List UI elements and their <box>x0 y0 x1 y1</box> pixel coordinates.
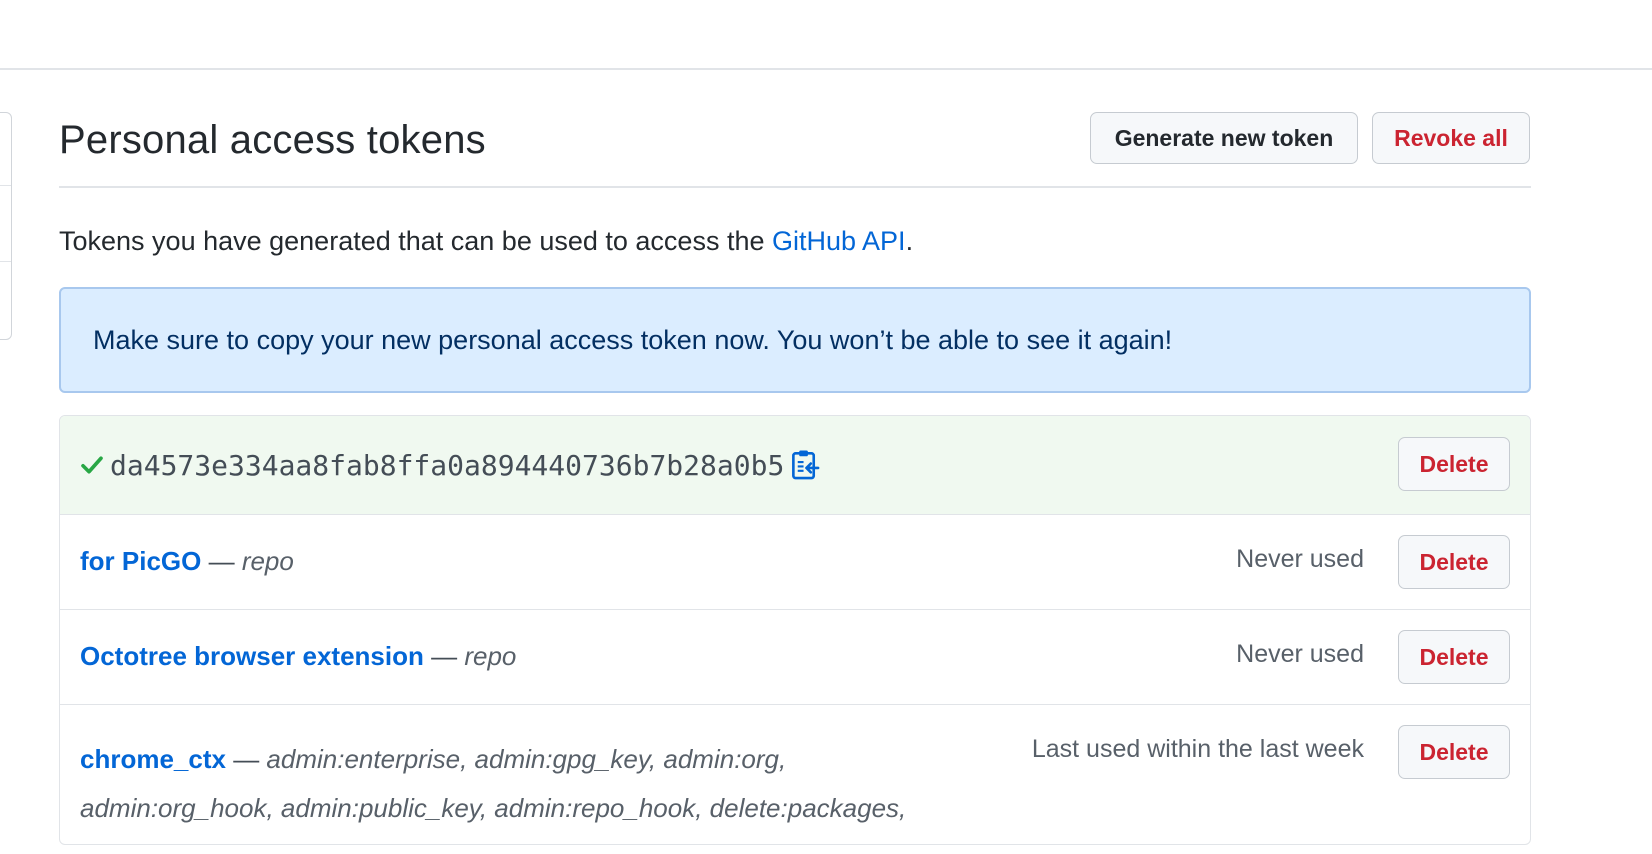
main-content: Personal access tokens Generate new toke… <box>59 110 1531 845</box>
flash-notice-text: Make sure to copy your new personal acce… <box>93 324 1173 355</box>
token-name-link[interactable]: chrome_ctx <box>80 744 226 774</box>
description-suffix: . <box>905 226 914 256</box>
token-name-line: for PicGO — repo <box>80 546 294 577</box>
sidebar-divider <box>0 185 11 186</box>
revoke-all-button[interactable]: Revoke all <box>1372 112 1530 164</box>
token-scopes: repo <box>464 641 517 671</box>
delete-new-token-button[interactable]: Delete <box>1398 437 1510 491</box>
delete-token-button[interactable]: Delete <box>1398 535 1510 589</box>
page-title: Personal access tokens <box>59 118 486 162</box>
github-api-link[interactable]: GitHub API <box>772 226 906 256</box>
token-row: for PicGO — repo Never used Delete <box>60 514 1530 609</box>
token-name-line: chrome_ctx — admin:enterprise, admin:gpg… <box>80 735 960 844</box>
token-name-link[interactable]: for PicGO <box>80 546 201 576</box>
token-list: da4573e334aa8fab8ffa0a894440736b7b28a0b5… <box>59 415 1531 845</box>
description-text: Tokens you have generated that can be us… <box>59 226 772 256</box>
new-token-value[interactable]: da4573e334aa8fab8ffa0a894440736b7b28a0b5 <box>110 449 784 482</box>
token-row: chrome_ctx — admin:enterprise, admin:gpg… <box>60 704 1530 844</box>
token-separator: — <box>423 641 465 671</box>
token-last-used: Never used <box>1236 545 1364 573</box>
clipboard-icon[interactable] <box>790 449 820 481</box>
delete-token-button[interactable]: Delete <box>1398 725 1510 779</box>
token-separator: — <box>225 744 267 774</box>
sidebar-divider <box>0 261 11 262</box>
delete-token-button[interactable]: Delete <box>1398 630 1510 684</box>
token-name-link[interactable]: Octotree browser extension <box>80 641 424 671</box>
generate-new-token-button[interactable]: Generate new token <box>1090 112 1358 164</box>
token-row: Octotree browser extension — repo Never … <box>60 609 1530 704</box>
settings-sidebar-edge[interactable] <box>0 112 12 340</box>
token-last-used: Never used <box>1236 640 1364 668</box>
new-token-row: da4573e334aa8fab8ffa0a894440736b7b28a0b5… <box>60 416 1530 514</box>
top-header-bar <box>0 0 1652 70</box>
token-separator: — <box>201 546 242 576</box>
token-name-line: Octotree browser extension — repo <box>80 641 516 672</box>
flash-notice: Make sure to copy your new personal acce… <box>59 287 1531 393</box>
token-scopes: repo <box>241 546 294 576</box>
check-icon <box>81 456 103 474</box>
token-last-used: Last used within the last week <box>1031 735 1364 763</box>
page-header: Personal access tokens Generate new toke… <box>59 110 1531 188</box>
page-description: Tokens you have generated that can be us… <box>59 226 1531 257</box>
